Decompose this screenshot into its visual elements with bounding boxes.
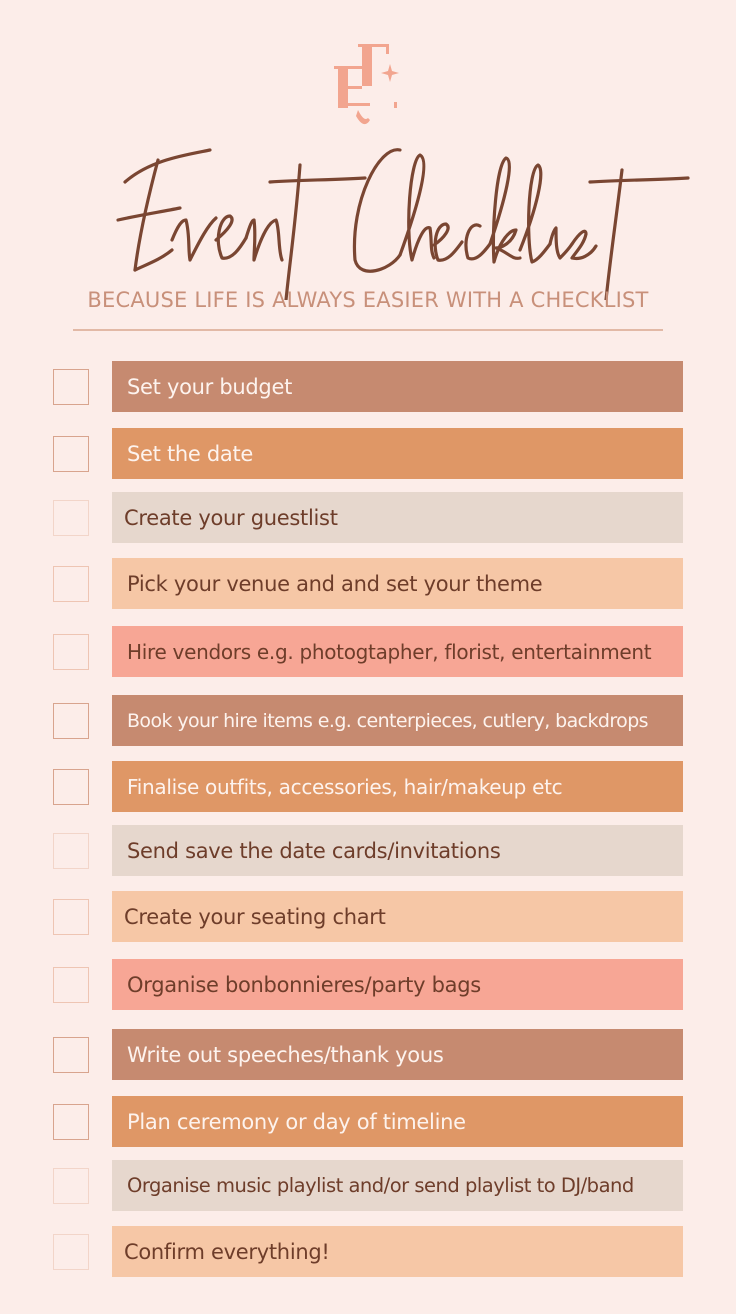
checklist-item-label: Set the date [112,428,683,479]
checkbox[interactable] [53,1234,89,1270]
checklist-item: Write out speeches/thank yous [0,1029,736,1081]
checklist-item: Organise bonbonnieres/party bags [0,959,736,1011]
checklist-item-label: Create your guestlist [112,492,683,543]
checklist-item-label: Confirm everything! [112,1226,683,1277]
checklist-item: Book your hire items e.g. centerpieces, … [0,695,736,747]
checkbox[interactable] [53,703,89,739]
checkbox[interactable] [53,369,89,405]
checklist-item: Pick your venue and and set your theme [0,558,736,610]
checklist-item: Create your seating chart [0,891,736,943]
checklist-item-label: Send save the date cards/invitations [112,825,683,876]
checklist-item-label: Hire vendors e.g. photogtapher, florist,… [112,626,683,677]
checklist-item: Set the date [0,428,736,480]
checklist-item: Confirm everything! [0,1226,736,1278]
checkbox[interactable] [53,500,89,536]
checkbox[interactable] [53,967,89,1003]
checkbox[interactable] [53,634,89,670]
checklist-item-label: Finalise outfits, accessories, hair/make… [112,761,683,812]
checklist-item-label: Organise music playlist and/or send play… [112,1160,683,1211]
checklist-item: Send save the date cards/invitations [0,825,736,877]
checkbox[interactable] [53,436,89,472]
checklist-item: Plan ceremony or day of timeline [0,1096,736,1148]
checklist-item-label: Create your seating chart [112,891,683,942]
checklist-item: Finalise outfits, accessories, hair/make… [0,761,736,813]
header-divider [73,329,663,331]
page-subtitle: BECAUSE LIFE IS ALWAYS EASIER WITH A CHE… [87,288,649,312]
checklist-item: Create your guestlist [0,492,736,544]
checklist-item: Set your budget [0,361,736,413]
checklist-item: Organise music playlist and/or send play… [0,1160,736,1212]
checkbox[interactable] [53,1104,89,1140]
checkbox[interactable] [53,1168,89,1204]
checklist-item-label: Book your hire items e.g. centerpieces, … [112,695,683,746]
checkbox[interactable] [53,1037,89,1073]
checklist-item-label: Set your budget [112,361,683,412]
checkbox[interactable] [53,899,89,935]
checklist-item: Hire vendors e.g. photogtapher, florist,… [0,626,736,678]
checkbox[interactable] [53,833,89,869]
checkbox[interactable] [53,769,89,805]
checklist-item-label: Pick your venue and and set your theme [112,558,683,609]
page-title [0,120,736,302]
checklist-item-label: Organise bonbonnieres/party bags [112,959,683,1010]
monogram-logo-icon [330,40,410,130]
checklist-item-label: Write out speeches/thank yous [112,1029,683,1080]
checkbox[interactable] [53,566,89,602]
checklist-item-label: Plan ceremony or day of timeline [112,1096,683,1147]
